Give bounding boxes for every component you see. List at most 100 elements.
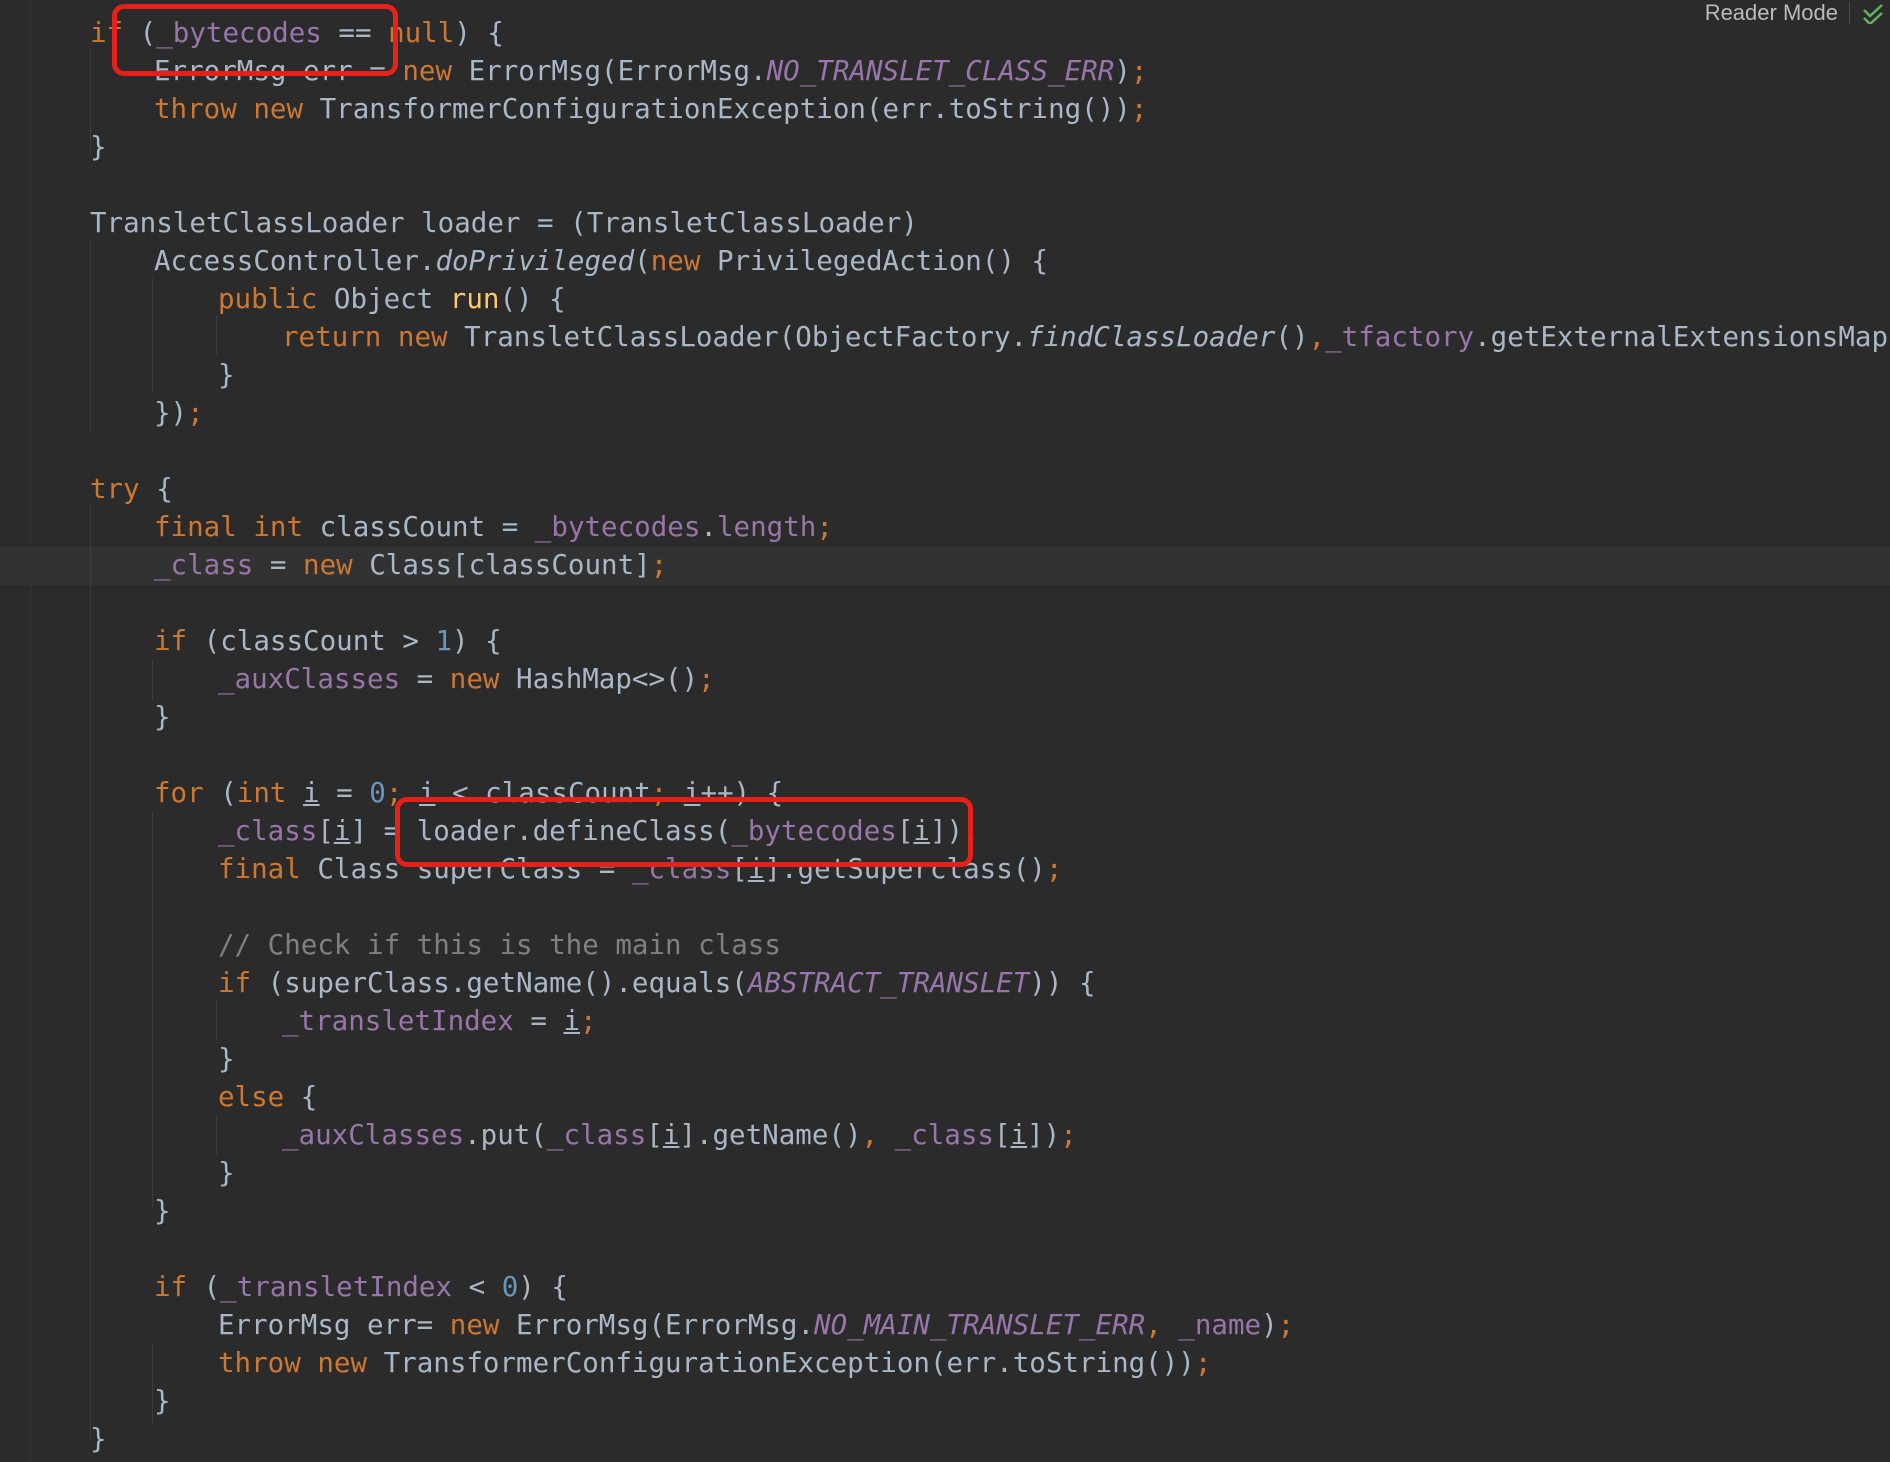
keyword: throw [218,1347,301,1379]
keyword: new [303,549,353,581]
code-text: } [154,1195,171,1227]
keyword: new [317,1347,368,1379]
code-text: classCount = [303,511,535,543]
code-text: ) { [452,625,502,657]
code-text: ( [203,777,237,809]
code-line: if (_transletIndex < 0) { [154,1268,568,1306]
code-text: () { [499,283,566,315]
code-text: ErrorMsg(ErrorMsg. [452,55,767,87]
code-line: _class = new Class[classCount]; [154,546,667,584]
field-ref: length [716,511,817,543]
code-line: _auxClasses = new HashMap<>(); [218,660,715,698]
keyword: new [449,663,500,695]
number-literal: 0 [501,1271,519,1303]
code-line: } [154,1192,171,1230]
keyword: try [90,473,140,505]
loop-variable: i [333,815,351,847]
code-text: ) { [454,17,504,49]
loop-variable: i [1010,1119,1028,1151]
static-field: NO_MAIN_TRANSLET_ERR [814,1309,1146,1341]
keyword: throw [154,93,237,125]
field-ref: _name [1178,1309,1262,1341]
loop-variable: i [662,1119,680,1151]
semicolon: ; [1130,93,1148,125]
code-line: // Check if this is the main class [218,926,781,964]
field-ref: _class [894,1119,994,1151]
code-text: Object [317,283,450,315]
code-text: ) { [518,1271,568,1303]
code-text: } [90,1423,107,1455]
code-text: ( [634,245,651,277]
code-line: if (superClass.getName().equals(ABSTRACT… [218,964,1096,1002]
field-ref: _auxClasses [282,1119,465,1151]
loop-variable: i [303,777,320,809]
code-text: = [253,549,304,581]
code-line: final int classCount = _bytecodes.length… [154,508,833,546]
static-field: NO_TRANSLET_CLASS_ERR [766,55,1115,87]
code-line: return new TransletClassLoader(ObjectFac… [282,318,1890,356]
field-ref: _auxClasses [218,663,401,695]
code-text: } [218,1043,235,1075]
code-line: } [218,356,235,394]
code-text: { [284,1081,318,1113]
number-literal: 1 [435,625,453,657]
keyword: final [218,853,301,885]
number-literal: 0 [369,777,386,809]
code-editor[interactable]: if (_bytecodes == null) { ErrorMsg err =… [0,0,1890,1462]
semicolon: ; [1060,1119,1077,1151]
code-text: }) [154,397,188,429]
keyword: if [218,967,252,999]
method-declaration: run [449,283,500,315]
code-text: HashMap<>() [499,663,699,695]
field-ref: _transletIndex [220,1271,453,1303]
code-text: (classCount > [187,625,436,657]
annotation-box-bytecodes-null [112,4,398,76]
code-text: } [154,1385,171,1417]
code-line: _auxClasses.put(_class[i].getName(), _cl… [282,1116,1077,1154]
code-text: } [90,131,107,163]
code-text: } [218,359,235,391]
semicolon: ; [650,549,668,581]
code-line: } [154,1382,171,1420]
code-line: } [90,1420,107,1458]
semicolon: ; [698,663,715,695]
comma: , [861,1119,879,1151]
code-line: throw new TransformerConfigurationExcept… [154,90,1147,128]
code-line: AccessController.doPrivileged(new Privil… [154,242,1048,280]
keyword: return [282,321,382,353]
annotation-box-define-class [395,797,973,867]
loop-variable: i [563,1005,581,1037]
check-icon[interactable] [1862,4,1884,24]
semicolon: ; [1277,1309,1295,1341]
code-line: } [218,1154,235,1192]
code-text: = [319,777,370,809]
keyword: else [218,1081,285,1113]
code-text: TransletClassLoader loader = (TransletCl… [90,207,918,239]
field-ref: _tfactory [1325,321,1475,353]
code-text: TransformerConfigurationException(err.to… [303,93,1131,125]
code-text: PrivilegedAction() { [700,245,1049,277]
keyword: new [397,321,448,353]
field-ref: _class [218,815,318,847]
keyword: if [154,625,188,657]
code-line: try { [90,470,173,508]
code-text: } [154,701,171,733]
semicolon: ; [1130,55,1148,87]
semicolon: ; [580,1005,597,1037]
keyword: for [154,777,204,809]
reader-mode-button[interactable]: Reader Mode [1705,0,1838,26]
code-line: ErrorMsg err= new ErrorMsg(ErrorMsg.NO_M… [218,1306,1294,1344]
code-text: ( [187,1271,221,1303]
code-line: throw new TransformerConfigurationExcept… [218,1344,1211,1382]
keyword: final [154,511,237,543]
keyword: new [402,55,453,87]
comma: , [1308,321,1326,353]
code-line: if (classCount > 1) { [154,622,502,660]
code-text: { [139,473,173,505]
code-line: }); [154,394,204,432]
semicolon: ; [1045,853,1063,885]
code-text: .getExternalExtensionsMap()) [1474,321,1890,353]
